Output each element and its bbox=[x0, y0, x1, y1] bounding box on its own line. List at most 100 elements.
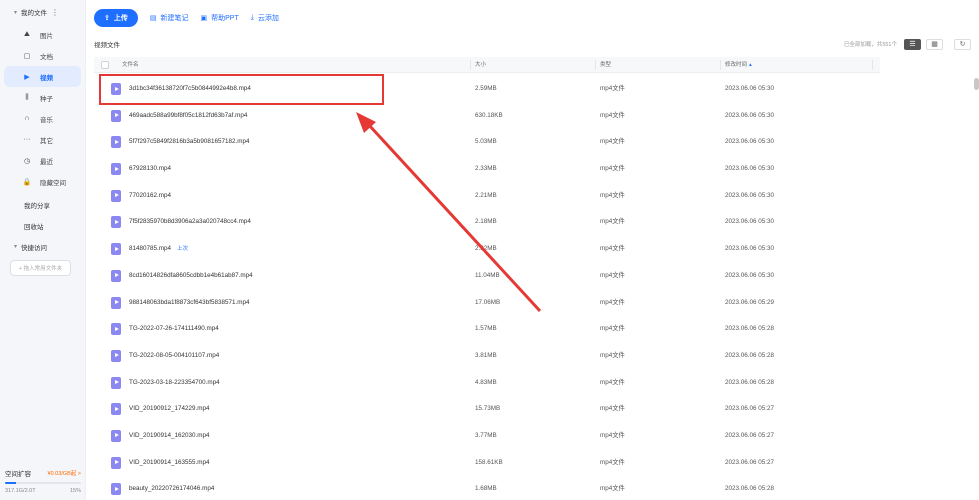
column-name-label: 文件名 bbox=[122, 62, 139, 68]
table-row[interactable]: VID_20190914_162030.mp4 3.77MB mp4文件 2023.0… bbox=[94, 423, 884, 450]
main-panel: ⇪ 上传 ▤ 新建笔记 ▣ 帮助PPT ⤓ 云添加 视频文件 已全部加载，共55… bbox=[86, 0, 979, 500]
file-modified-date: 2023.06.06 05:28 bbox=[725, 485, 775, 493]
video-file-icon bbox=[111, 109, 121, 122]
table-row[interactable]: VID_20190912_174229.mp4 15.73MB mp4文件 2023.… bbox=[94, 396, 884, 423]
table-row[interactable]: 77020162.mp4 2.21MB mp4文件 2023.06.06 05:30 bbox=[94, 183, 884, 210]
sidebar: ▾ 我的文件 ⋮ ⛰ 图片 ▢ 文档 ▶ 视频 ⫼ 种子 ∩ 音乐 ··· 其它 ◷ 最近 🔒 隐藏空间 我的… bbox=[0, 0, 86, 500]
file-modified-date: 2023.06.06 05:27 bbox=[725, 405, 775, 413]
file-name[interactable]: 5f7f297c5849f2816b3a5b9081657182.mp4 bbox=[129, 129, 249, 155]
table-row[interactable]: TG-2022-07-26-174111490.mp4 1.57MB mp4文件 20… bbox=[94, 316, 884, 343]
storage-promo-link[interactable]: ¥0.03/GB起 > bbox=[48, 469, 81, 477]
sidebar-item-label: 其它 bbox=[40, 137, 53, 145]
table-row[interactable]: TG-2022-08-05-004101107.mp4 3.81MB mp4文件 20… bbox=[94, 343, 884, 370]
sidebar-item-clock[interactable]: ◷ 最近 bbox=[4, 150, 81, 171]
file-name[interactable]: 469aadc588a99bf8f05c1812fd63b7af.mp4 bbox=[129, 103, 247, 129]
sidebar-item-headphones[interactable]: ∩ 音乐 bbox=[4, 108, 81, 129]
clock-icon: ◷ bbox=[23, 157, 31, 165]
video-file-icon bbox=[111, 216, 121, 229]
select-all-checkbox[interactable] bbox=[101, 61, 109, 69]
file-name[interactable]: 3d1bc34f36138720f7c5b0844992e4b8.mp4 bbox=[129, 76, 251, 102]
column-header-size[interactable]: 大小 bbox=[471, 57, 486, 73]
table-row[interactable]: 5f7f297c5849f2816b3a5b9081657182.mp4 5.03… bbox=[94, 129, 884, 156]
table-row[interactable]: VID_20190914_163555.mp4 158.61KB mp4文件 2023… bbox=[94, 450, 884, 477]
ppt-icon: ▣ bbox=[200, 15, 208, 22]
file-list: 3d1bc34f36138720f7c5b0844992e4b8.mp4 2.59… bbox=[94, 76, 884, 500]
file-name[interactable]: VID_20190914_162030.mp4 bbox=[129, 423, 210, 449]
file-name[interactable]: TG-2023-03-18-223354700.mp4 bbox=[129, 370, 220, 396]
file-name[interactable]: 67928130.mp4 bbox=[129, 156, 171, 182]
table-row[interactable]: 3d1bc34f36138720f7c5b0844992e4b8.mp4 2.59… bbox=[94, 76, 884, 103]
file-name-text: beauty_20220726174046.mp4 bbox=[129, 485, 215, 493]
my-files-header[interactable]: ▾ 我的文件 ⋮ bbox=[0, 0, 85, 24]
video-file-icon bbox=[111, 296, 121, 309]
table-row[interactable]: 469aadc588a99bf8f05c1812fd63b7af.mp4 630.… bbox=[94, 103, 884, 130]
sidebar-my-share[interactable]: 我的分享 bbox=[0, 194, 85, 215]
table-row[interactable]: TG-2023-03-18-223354700.mp4 4.83MB mp4文件 20… bbox=[94, 370, 884, 397]
quick-access-header[interactable]: ▾ 快捷访问 bbox=[0, 236, 85, 257]
video-file-icon bbox=[111, 83, 121, 95]
video-file-icon bbox=[111, 136, 121, 149]
sidebar-item-image[interactable]: ⛰ 图片 bbox=[4, 24, 81, 45]
file-name[interactable]: VID_20190912_174229.mp4 bbox=[129, 396, 210, 422]
file-name[interactable]: 988148063bda1f8873cf643bf5838571.mp4 bbox=[129, 290, 249, 316]
file-name[interactable]: 8cd16014826dfa8605cdbb1e4b61ab87.mp4 bbox=[129, 263, 253, 289]
file-name[interactable]: TG-2022-07-26-174111490.mp4 bbox=[129, 316, 219, 342]
sidebar-item-more[interactable]: ··· 其它 bbox=[4, 129, 81, 150]
file-modified-date: 2023.06.06 05:30 bbox=[725, 218, 775, 226]
app-window: ▾ 我的文件 ⋮ ⛰ 图片 ▢ 文档 ▶ 视频 ⫼ 种子 ∩ 音乐 ··· 其它 ◷ 最近 🔒 隐藏空间 我的… bbox=[0, 0, 979, 500]
sidebar-item-torrent[interactable]: ⫼ 种子 bbox=[4, 87, 81, 108]
add-folder-dropzone[interactable]: + 拖入常用文件夹 bbox=[10, 260, 71, 276]
file-size: 11.04MB bbox=[475, 271, 500, 279]
table-row[interactable]: 67928130.mp4 2.33MB mp4文件 2023.06.06 05:30 bbox=[94, 156, 884, 183]
sidebar-item-document[interactable]: ▢ 文档 bbox=[4, 45, 81, 66]
file-type: mp4文件 bbox=[600, 111, 625, 119]
column-divider[interactable] bbox=[872, 60, 873, 70]
file-size: 2.21MB bbox=[475, 191, 497, 199]
file-name[interactable]: 7f5f2835970b8d3906a2a3a020748cc4.mp4 bbox=[129, 209, 251, 235]
file-name-text: VID_20190914_162030.mp4 bbox=[129, 431, 210, 439]
sidebar-item-video[interactable]: ▶ 视频 bbox=[4, 66, 81, 87]
table-row[interactable]: 988148063bda1f8873cf643bf5838571.mp4 17.0… bbox=[94, 290, 884, 317]
sidebar-recycle-bin[interactable]: 回收站 bbox=[0, 215, 85, 236]
video-file-icon bbox=[111, 429, 121, 442]
file-name[interactable]: beauty_20220726174046.mp4 bbox=[129, 476, 214, 500]
upload-button[interactable]: ⇪ 上传 bbox=[94, 9, 138, 27]
refresh-icon[interactable]: ↻ bbox=[954, 38, 971, 50]
column-header-modified[interactable]: 修改时间 ▴ bbox=[721, 57, 752, 73]
table-row[interactable]: 8cd16014826dfa8605cdbb1e4b61ab87.mp4 11.0… bbox=[94, 263, 884, 290]
breadcrumb: 视频文件 bbox=[94, 42, 120, 49]
storage-progress-bar bbox=[5, 482, 81, 484]
file-name-text: TG-2022-08-05-004101107.mp4 bbox=[129, 351, 220, 359]
recycle-bin-label: 回收站 bbox=[24, 223, 44, 231]
add-folder-label: + 拖入常用文件夹 bbox=[18, 266, 63, 272]
file-name[interactable]: 77020162.mp4 bbox=[129, 183, 171, 209]
file-type: mp4文件 bbox=[600, 405, 625, 413]
file-size: 158.61KB bbox=[475, 458, 503, 466]
scrollbar[interactable] bbox=[973, 74, 979, 500]
table-row[interactable]: beauty_20220726174046.mp4 1.68MB mp4文件 2023… bbox=[94, 476, 884, 500]
file-name[interactable]: TG-2022-08-05-004101107.mp4 bbox=[129, 343, 219, 369]
new-note-button[interactable]: ▤ 新建笔记 bbox=[150, 13, 189, 23]
column-type-label: 类型 bbox=[600, 62, 612, 68]
grid-view-icon[interactable]: ▦ bbox=[926, 38, 943, 50]
help-ppt-button[interactable]: ▣ 帮助PPT bbox=[201, 13, 239, 23]
document-icon: ▢ bbox=[23, 52, 31, 60]
file-modified-date: 2023.06.06 05:28 bbox=[725, 378, 775, 386]
file-modified-date: 2023.06.06 05:30 bbox=[725, 271, 775, 279]
cloud-add-button[interactable]: ⤓ 云添加 bbox=[251, 13, 279, 23]
table-row[interactable]: 7f5f2835970b8d3906a2a3a020748cc4.mp4 2.18… bbox=[94, 209, 884, 236]
table-row[interactable]: 81480785.mp4 上次 2.32MB mp4文件 2023.06.06 05:3… bbox=[94, 236, 884, 263]
list-view-icon[interactable]: ☰ bbox=[904, 38, 921, 50]
sidebar-item-lock[interactable]: 🔒 隐藏空间 bbox=[4, 171, 81, 192]
video-file-icon bbox=[111, 403, 121, 416]
file-name-text: 7f5f2835970b8d3906a2a3a020748cc4.mp4 bbox=[129, 218, 251, 226]
column-header-type[interactable]: 类型 bbox=[596, 57, 611, 73]
menu-icon[interactable]: ⋮ bbox=[51, 8, 59, 17]
file-name[interactable]: VID_20190914_163555.mp4 bbox=[129, 450, 210, 476]
more-icon: ··· bbox=[23, 136, 31, 143]
sort-ascending-icon[interactable]: ▴ bbox=[749, 62, 752, 68]
storage-used: 317.1G/2.0T bbox=[5, 488, 36, 494]
scrollbar-thumb[interactable] bbox=[974, 78, 979, 90]
file-name[interactable]: 81480785.mp4 上次 bbox=[129, 236, 188, 262]
column-header-name[interactable]: 文件名 bbox=[118, 57, 139, 73]
